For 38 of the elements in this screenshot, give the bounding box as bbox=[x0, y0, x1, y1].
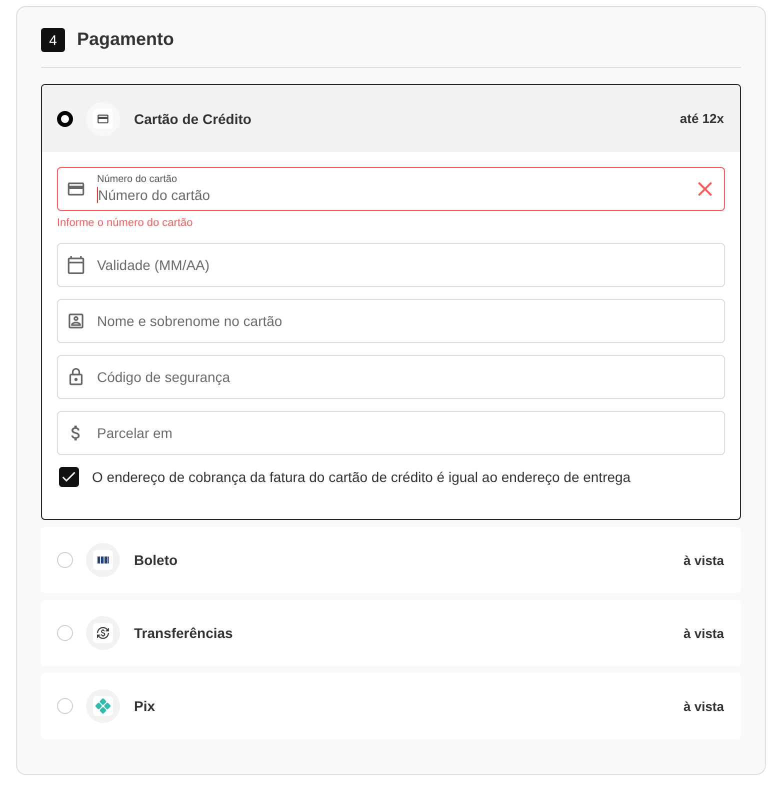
error-message: Informe o número do cartão bbox=[57, 216, 193, 231]
placeholder-text: Número do cartão bbox=[98, 186, 210, 204]
expiry-date-field[interactable]: Validade (MM/AA) bbox=[57, 243, 725, 287]
card-number-field[interactable]: Número do cartão Número do cartão bbox=[57, 167, 725, 211]
payment-option[interactable]: Pix à vista bbox=[41, 673, 741, 739]
installment-terms: até 12x bbox=[680, 111, 724, 126]
payment-option[interactable] bbox=[41, 84, 741, 520]
credit-card-icon bbox=[86, 102, 120, 136]
placeholder-text: Nome e sobrenome no cartão bbox=[97, 312, 282, 330]
payment-method-label: Transferências bbox=[134, 625, 233, 641]
payment-method-label: Cartão de Crédito bbox=[134, 110, 252, 126]
installment-terms: à vista bbox=[684, 626, 724, 640]
checkbox[interactable] bbox=[59, 467, 79, 487]
section-title: Pagamento bbox=[77, 29, 174, 50]
security-code-field[interactable]: Código de segurança bbox=[57, 355, 725, 399]
lock-icon bbox=[67, 368, 85, 386]
step-number: 4 bbox=[41, 28, 65, 52]
installments-field[interactable]: Parcelar em bbox=[57, 411, 725, 455]
placeholder-text: Validade (MM/AA) bbox=[97, 256, 210, 274]
calendar-icon bbox=[67, 256, 85, 274]
currency-exchange-icon bbox=[86, 616, 120, 650]
placeholder-text: Código de segurança bbox=[97, 368, 230, 386]
close-icon[interactable] bbox=[698, 182, 712, 196]
checkbox-label: O endereço de cobrança da fatura do cartão de crédito é igual ao endereço de entrega bbox=[92, 469, 631, 485]
floating-label: Número do cartão bbox=[97, 174, 178, 186]
installment-terms: à vista bbox=[684, 552, 724, 568]
payment-method-label: Pix bbox=[134, 698, 156, 714]
payment-option[interactable]: Boleto à vista bbox=[41, 527, 741, 593]
payment-method-label: Boleto bbox=[134, 552, 178, 568]
check-icon bbox=[62, 470, 76, 484]
radio-button[interactable] bbox=[57, 110, 73, 126]
barcode-icon bbox=[86, 543, 120, 577]
credit-card-icon bbox=[67, 180, 85, 198]
cardholder-name-field[interactable]: Nome e sobrenome no cartão bbox=[57, 299, 725, 343]
placeholder-text: Parcelar em bbox=[97, 424, 172, 442]
installment-terms: à vista bbox=[684, 698, 724, 714]
person-box-icon bbox=[67, 312, 85, 330]
payment-option[interactable]: Transferências à vista bbox=[41, 600, 741, 666]
